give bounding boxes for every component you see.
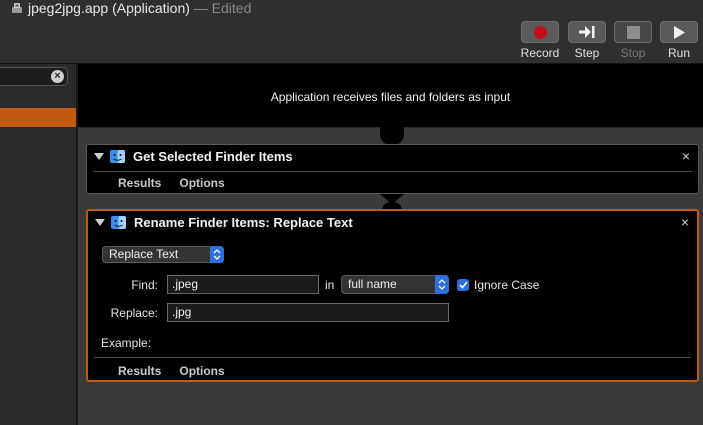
results-tab[interactable]: Results: [118, 364, 161, 378]
options-tab[interactable]: Options: [179, 364, 224, 378]
find-field[interactable]: .jpeg: [167, 275, 319, 294]
action-title: Rename Finder Items: Replace Text: [134, 215, 353, 230]
scope-popup[interactable]: full name: [341, 275, 449, 294]
run-button[interactable]: Run: [654, 21, 703, 60]
stop-icon: [626, 25, 640, 39]
library-sidebar: ×: [0, 64, 77, 425]
stop-button[interactable]: Stop: [608, 21, 658, 60]
step-label: Step: [574, 46, 600, 60]
close-icon[interactable]: ×: [681, 214, 689, 230]
record-button[interactable]: Record: [515, 21, 565, 60]
action-footer-tabs: Results Options: [118, 176, 243, 190]
title-bar: jpeg2jpg.app (Application) — Edited Reco…: [0, 0, 703, 64]
window-title: jpeg2jpg.app (Application) — Edited: [10, 0, 251, 16]
divider: [93, 171, 692, 172]
action-get-selected-finder-items[interactable]: Get Selected Finder Items × Results Optio…: [86, 144, 699, 194]
run-label: Run: [667, 46, 690, 60]
options-tab[interactable]: Options: [179, 176, 224, 190]
action-rename-finder-items[interactable]: Rename Finder Items: Replace Text × Repl…: [86, 209, 699, 382]
find-label: Find:: [131, 278, 158, 292]
checkmark-icon: [458, 281, 468, 289]
close-icon[interactable]: ×: [682, 148, 690, 164]
results-tab[interactable]: Results: [118, 176, 161, 190]
sidebar-selected-item[interactable]: [0, 108, 76, 127]
action-header: Rename Finder Items: Replace Text ×: [88, 211, 697, 237]
action-header: Get Selected Finder Items ×: [87, 145, 698, 171]
scope-value: full name: [348, 277, 397, 291]
stop-label: Stop: [620, 46, 646, 60]
disclosure-triangle-icon[interactable]: [94, 153, 104, 160]
step-button-box: [568, 21, 606, 43]
action-footer-tabs: Results Options: [118, 364, 243, 378]
workflow-area: Application receives files and folders a…: [78, 64, 703, 425]
window-title-text: jpeg2jpg.app (Application): [28, 0, 190, 16]
ignore-case-checkbox[interactable]: [457, 279, 469, 291]
search-field[interactable]: ×: [0, 67, 68, 86]
replace-field[interactable]: .jpg: [167, 303, 449, 322]
step-icon: [579, 26, 595, 38]
finder-icon: [110, 150, 125, 163]
action-title: Get Selected Finder Items: [133, 149, 293, 164]
workflow-input-banner: Application receives files and folders a…: [78, 64, 703, 128]
popup-stepper-icon: [435, 275, 449, 294]
example-label: Example:: [101, 336, 152, 350]
divider: [94, 357, 691, 358]
in-label: in: [325, 278, 335, 292]
record-icon: [533, 25, 547, 39]
step-button[interactable]: Step: [562, 21, 612, 60]
edited-indicator: — Edited: [193, 0, 252, 16]
mode-value: Replace Text: [109, 247, 179, 261]
play-icon: [674, 25, 685, 39]
stop-button-box: [614, 21, 652, 43]
clear-search-icon[interactable]: ×: [51, 70, 64, 83]
record-label: Record: [520, 46, 560, 60]
mode-popup[interactable]: Replace Text: [102, 246, 224, 263]
finder-icon: [111, 216, 126, 229]
ignore-case-label: Ignore Case: [474, 278, 540, 292]
record-button-box: [521, 21, 559, 43]
automator-app-icon: [12, 3, 22, 13]
run-button-box: [660, 21, 698, 43]
popup-stepper-icon: [210, 246, 224, 263]
workflow-input-text: Application receives files and folders a…: [270, 90, 511, 104]
replace-label: Replace:: [110, 306, 158, 320]
connector-icon: [380, 127, 404, 145]
disclosure-triangle-icon[interactable]: [95, 219, 105, 226]
